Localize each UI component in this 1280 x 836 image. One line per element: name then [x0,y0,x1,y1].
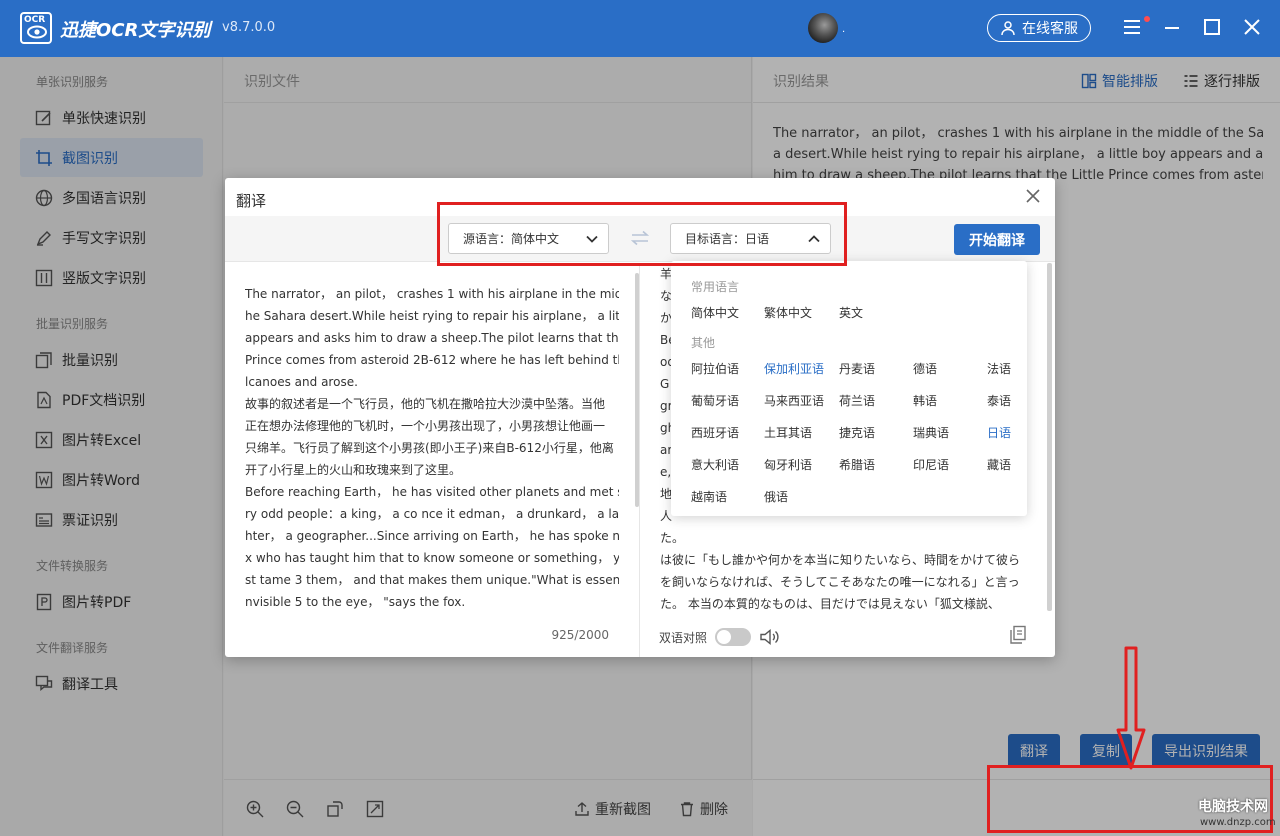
source-line: ry odd people：a king， a co nce it edman，… [245,507,619,521]
language-option[interactable]: 泰语 [987,392,1011,409]
target-scrollbar[interactable] [1047,263,1052,611]
app-logo: OCR [20,12,52,44]
source-line: 开了小行星上的火山和玫瑰来到了这里。 [245,463,462,477]
language-option[interactable]: 阿拉伯语 [691,360,739,377]
watermark-url: www.dnzp.com [1200,817,1276,828]
app-version: v8.7.0.0 [222,20,276,35]
dropdown-group-common: 常用语言 [691,280,740,294]
target-line: た。 本当の本質的なものは、目だけでは見えない「狐文様説、 [660,597,1000,611]
language-option[interactable]: 德语 [913,360,937,377]
annotation-box-language [437,202,847,266]
language-option[interactable]: 英文 [839,304,863,321]
target-line: た。 [660,531,685,545]
source-line: x who has taught him that to know someon… [245,551,619,565]
close-icon[interactable] [1025,188,1041,204]
language-option[interactable]: 丹麦语 [839,360,875,377]
menu-icon[interactable] [1122,16,1142,38]
language-option[interactable]: 意大利语 [691,456,739,473]
online-service-label: 在线客服 [1022,21,1078,37]
language-option[interactable]: 印尼语 [913,456,949,473]
source-line: Before reaching Earth， he has visited ot… [245,485,619,499]
source-line: nvisible 5 to the eye， "says the fox. [245,595,466,609]
source-line: 只绵羊。飞行员了解到这个小男孩(即小王子)来自B-612小行星，他离 [245,441,614,455]
avatar-suffix: . [842,24,846,35]
app-title: 迅捷OCR文字识别 [60,20,211,41]
source-text-area[interactable]: The narrator， an pilot， crashes 1 with h… [225,263,639,657]
watermark-text: 电脑技术网 [1198,799,1268,815]
language-option[interactable]: 藏语 [987,456,1011,473]
copy-icon[interactable] [1009,625,1027,645]
bilingual-toggle[interactable] [715,628,752,646]
language-option-selected[interactable]: 日语 [987,424,1011,441]
source-line: hter， a geographer...Since arriving on E… [245,529,619,543]
user-icon [1001,21,1015,36]
annotation-arrow-icon [1116,646,1146,770]
language-option[interactable]: 荷兰语 [839,392,875,409]
source-text: The narrator， an pilot， crashes 1 with h… [245,283,619,613]
maximize-icon[interactable] [1202,16,1222,38]
char-count: 925/2000 [551,628,610,642]
source-line: appears and asks him to draw a sheep.The… [245,331,619,345]
minimize-icon[interactable] [1162,16,1182,38]
close-window-icon[interactable] [1242,16,1262,38]
language-option[interactable]: 韩语 [913,392,937,409]
logo-text: OCR [24,15,46,25]
source-line: Prince comes from asteroid 2B-612 where … [245,353,619,367]
dropdown-group-other: 其他 [691,336,716,350]
language-option[interactable]: 越南语 [691,488,727,505]
language-option[interactable]: 俄语 [764,488,788,505]
language-option[interactable]: 简体中文 [691,304,739,321]
language-option[interactable]: 希腊语 [839,456,875,473]
language-option[interactable]: 匈牙利语 [764,456,812,473]
language-option[interactable]: 马来西亚语 [764,392,824,409]
language-option[interactable]: 葡萄牙语 [691,392,739,409]
speaker-icon[interactable] [759,628,781,646]
language-option[interactable]: 土耳其语 [764,424,812,441]
eye-icon [27,25,47,39]
language-option-highlighted[interactable]: 保加利亚语 [764,360,824,377]
source-line: The narrator， an pilot， crashes 1 with h… [245,287,619,301]
bilingual-label: 双语对照 [659,630,708,645]
language-option[interactable]: 瑞典语 [913,424,949,441]
language-option[interactable]: 法语 [987,360,1011,377]
source-line: lcanoes and arose. [245,375,358,389]
source-line: 正在想办法修理他的飞机时，一个小男孩出现了，小男孩想让他画一 [245,419,606,433]
source-line: 故事的叙述者是一个飞行员，他的飞机在撒哈拉大沙漠中坠落。当他 [245,397,606,411]
language-dropdown: 常用语言 简体中文 繁体中文 英文 其他 阿拉伯语 保加利亚语 丹麦语 德语 法… [671,261,1027,516]
title-bar: OCR 迅捷OCR文字识别 v8.7.0.0 . 在线客服 [0,0,1280,57]
target-line: を飼いならなければ、そうしてこそあなたの唯一になれる」と言っ [660,575,1020,589]
bilingual-toggle-row: 双语对照 [659,628,781,646]
notification-dot [1144,16,1150,22]
avatar[interactable] [808,13,838,43]
target-line: は彼に「もし誰かや何かを本当に知りたいなら、時間をかけて彼ら [660,553,1021,567]
language-option[interactable]: 西班牙语 [691,424,739,441]
language-option[interactable]: 捷克语 [839,424,875,441]
dialog-title: 翻译 [236,192,267,210]
online-service-button[interactable]: 在线客服 [987,14,1091,42]
language-option[interactable]: 繁体中文 [764,304,812,321]
source-line: st tame 3 them， and that makes them uniq… [245,573,619,587]
start-translate-button[interactable]: 开始翻译 [954,224,1040,255]
source-line: he Sahara desert.While heist rying to re… [245,309,619,323]
